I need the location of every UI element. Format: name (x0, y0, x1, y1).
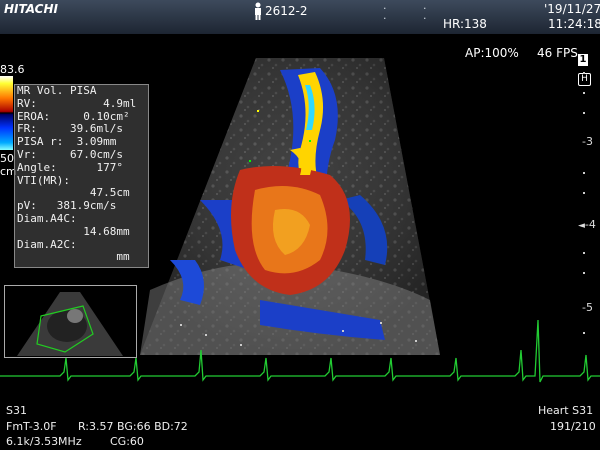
measurement-panel: MR Vol. PISA RV: 4.9ml EROA: 0.10cm² FR:… (14, 84, 149, 268)
focus-marker-icon: ◄ (578, 221, 585, 231)
measurement-diam-a4c-label: Diam.A4C: (17, 211, 77, 225)
frame-counter: 191/210 (550, 420, 596, 433)
mode-label: FmT-3.0F (6, 420, 57, 433)
preset-label: Heart S31 (538, 404, 594, 417)
depth-tick-4: ◄-4 (578, 218, 596, 231)
ecg-trace (0, 319, 600, 383)
measurement-diam-a2c-value: mm (17, 250, 130, 264)
measurement-diam-a4c-value: 14.68mm (17, 224, 130, 238)
probe-label: S31 (6, 404, 27, 417)
measurement-angle: Angle: 177° (17, 160, 123, 174)
measurement-rv: RV: 4.9ml (17, 96, 137, 110)
color-gain-label: CG:60 (110, 435, 144, 448)
imaging-params: R:3.57 BG:66 BD:72 (78, 420, 188, 433)
frequency-label: 6.1k/3.53MHz (6, 435, 82, 448)
measurement-vr: Vr: 67.0cm/s (17, 147, 123, 161)
measurement-title: MR Vol. PISA (17, 84, 97, 97)
depth-tick-3: -3 (582, 135, 593, 148)
